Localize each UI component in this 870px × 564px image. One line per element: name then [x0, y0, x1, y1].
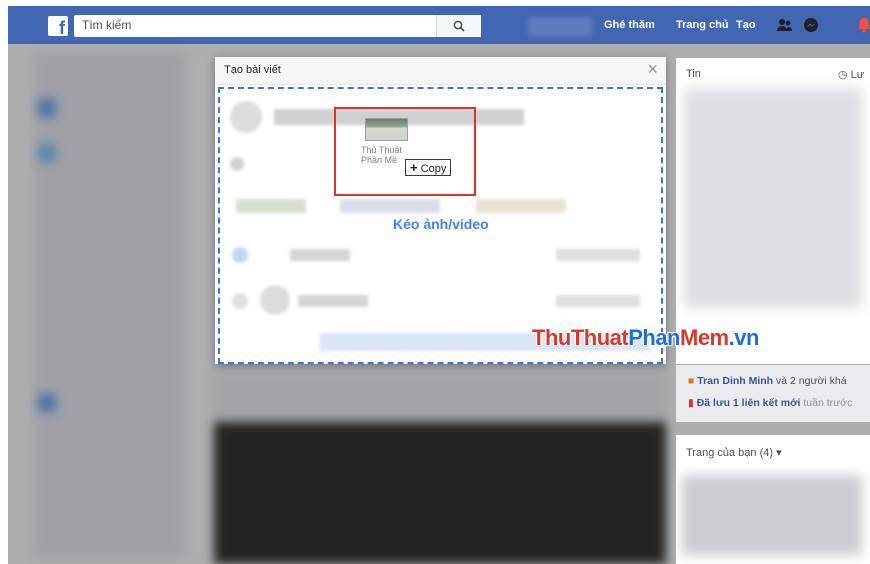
profile-link[interactable] [528, 17, 592, 37]
story-checkbox [232, 293, 248, 309]
dialog-header: Tạo bài viết × [215, 57, 666, 85]
feeling-activity-button [476, 199, 566, 213]
privacy-selector [556, 249, 640, 261]
emoji-icon [230, 157, 244, 171]
gift-icon: ■ [688, 375, 695, 387]
create-post-dialog: Tạo bài viết × Kéo ảnh/video [215, 57, 666, 364]
bookmark-icon: ▮ [688, 397, 694, 409]
watermark-logo: ThuThuatPhanMem.vn [532, 325, 759, 350]
saved-links-row[interactable]: ▮ Đã lưu 1 liên kết mới tuần trước [688, 397, 852, 409]
dragged-image-thumbnail [365, 118, 408, 141]
story-label [298, 295, 368, 307]
plus-icon: + [410, 160, 418, 175]
story-avatar [260, 285, 290, 315]
messenger-icon[interactable] [803, 17, 819, 33]
friend-name: Tran Dinh Minh [697, 375, 774, 387]
stories-panel: Tin ◷ Lư [676, 58, 870, 364]
dragged-file-name: Thủ Thuật Phần Mề [361, 145, 402, 165]
your-pages-panel: Trang của bạn (4) ▾ [676, 435, 870, 564]
saved-links-text: Đã lưu 1 liên kết mới [696, 397, 801, 409]
top-navigation-bar: f Tìm kiếm Ghé thăm Trang chủ Tạo [8, 6, 870, 44]
news-feed-label [290, 249, 350, 261]
friend-activity-text: và 2 người khá [773, 375, 847, 387]
notifications-bell-icon[interactable] [856, 17, 870, 33]
nav-home[interactable]: Trang chủ [676, 6, 729, 44]
user-avatar [230, 101, 262, 133]
search-icon [453, 20, 465, 32]
photo-video-button [236, 199, 306, 213]
nav-create[interactable]: Tạo [736, 6, 756, 44]
clock-icon: ◷ [838, 69, 848, 81]
file-name-line-2: Phần Mề [361, 155, 398, 165]
story-privacy-selector [556, 295, 640, 307]
page-preview-blurred [682, 475, 862, 555]
friend-activity-row[interactable]: ■ Tran Dinh Minh và 2 người khá [688, 375, 847, 387]
tag-friends-button [340, 199, 440, 213]
news-feed-checkbox [232, 247, 248, 263]
your-pages-title[interactable]: Trang của bạn (4) ▾ [686, 446, 782, 459]
stories-archive-label: Lư [850, 69, 865, 81]
stories-list-blurred [684, 88, 862, 308]
copy-drag-tooltip: + Copy [405, 159, 452, 176]
dialog-title: Tạo bài viết [224, 64, 281, 76]
nav-explore[interactable]: Ghé thăm [604, 6, 655, 44]
facebook-logo-icon[interactable]: f [48, 16, 68, 36]
stories-archive-link[interactable]: ◷ Lư [838, 68, 864, 81]
activity-notifications: ■ Tran Dinh Minh và 2 người khá ▮ Đã lưu… [676, 365, 870, 422]
stories-title: Tin [686, 68, 701, 80]
search-input[interactable]: Tìm kiếm [74, 15, 480, 37]
drop-zone-label: Kéo ảnh/video [393, 216, 489, 232]
saved-links-time: tuần trước [800, 397, 853, 409]
friend-requests-icon[interactable] [776, 17, 792, 33]
file-name-line-1: Thủ Thuật [361, 145, 402, 155]
copy-tooltip-label: Copy [420, 163, 447, 175]
search-button[interactable] [436, 15, 481, 37]
search-placeholder: Tìm kiếm [82, 18, 132, 32]
close-icon[interactable]: × [647, 60, 658, 78]
